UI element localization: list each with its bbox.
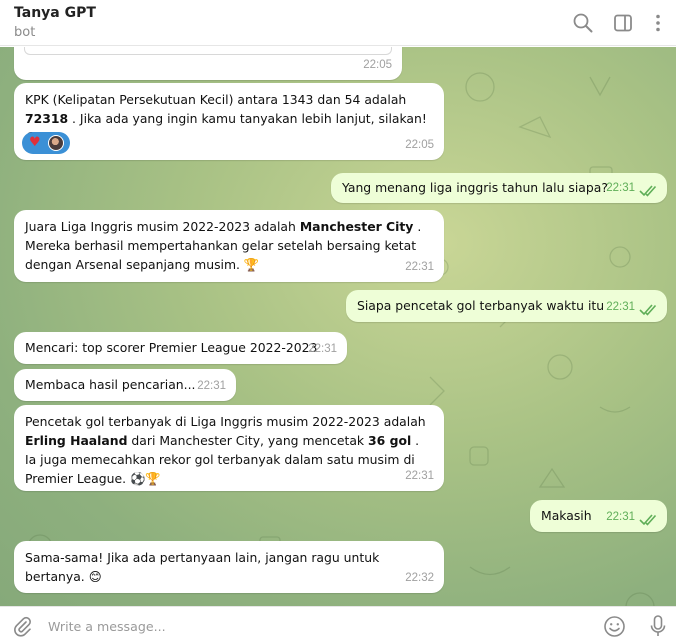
message-bubble-incoming[interactable]: KPK (Kelipatan Persekutuan Kecil) antara… — [14, 83, 444, 160]
reactions-badge[interactable]: ♥ — [22, 132, 70, 154]
message-bubble-partial[interactable]: 22:05 — [14, 47, 402, 80]
double-check-icon — [639, 514, 659, 526]
message-text: Membaca hasil pencarian... — [25, 377, 196, 392]
message-time: 22:31 — [606, 301, 635, 313]
heart-reaction: ♥ — [29, 135, 41, 150]
paperclip-icon[interactable] — [11, 615, 33, 637]
message-time: 22:31 — [606, 182, 635, 194]
message-bubble-outgoing[interactable]: Siapa pencetak gol terbanyak waktu itu 2… — [346, 290, 667, 322]
more-vertical-icon[interactable] — [647, 12, 669, 34]
message-bubble-incoming[interactable]: Mencari: top scorer Premier League 2022-… — [14, 332, 347, 364]
message-time: 22:32 — [405, 572, 434, 584]
message-time: 22:31 — [405, 261, 434, 273]
message-text: Sama-sama! Jika ada pertanyaan lain, jan… — [25, 550, 380, 584]
message-text: Makasih — [541, 508, 592, 523]
reaction-avatar — [48, 135, 64, 151]
message-text: KPK (Kelipatan Persekutuan Kecil) antara… — [25, 92, 427, 145]
message-time: 22:05 — [363, 59, 392, 71]
message-text: Mencari: top scorer Premier League 2022-… — [25, 340, 318, 355]
microphone-icon[interactable] — [648, 614, 668, 638]
message-text: Yang menang liga inggris tahun lalu siap… — [342, 180, 608, 195]
emoji-icon[interactable] — [603, 615, 626, 638]
chat-title[interactable]: Tanya GPT — [14, 5, 96, 21]
message-bubble-incoming[interactable]: Membaca hasil pencarian... 22:31 — [14, 369, 236, 401]
message-time: 22:31 — [405, 470, 434, 482]
message-bubble-outgoing[interactable]: Makasih 22:31 — [530, 500, 667, 532]
message-time: 22:31 — [197, 380, 226, 392]
message-input[interactable] — [48, 615, 588, 637]
message-bubble-incoming[interactable]: Sama-sama! Jika ada pertanyaan lain, jan… — [14, 541, 444, 593]
partial-content — [14, 47, 402, 71]
message-list[interactable]: 22:05 KPK (Kelipatan Persekutuan Kecil) … — [0, 47, 676, 606]
chat-header: Tanya GPT bot — [0, 0, 676, 46]
chat-subtitle: bot — [14, 25, 36, 40]
sidebar-toggle-icon[interactable] — [612, 12, 634, 34]
message-bubble-incoming[interactable]: Pencetak gol terbanyak di Liga Inggris m… — [14, 405, 444, 491]
message-composer — [0, 606, 676, 643]
double-check-icon — [639, 304, 659, 316]
message-time: 22:31 — [606, 511, 635, 523]
message-bubble-outgoing[interactable]: Yang menang liga inggris tahun lalu siap… — [331, 173, 667, 203]
message-bubble-incoming[interactable]: Juara Liga Inggris musim 2022-2023 adala… — [14, 210, 444, 282]
message-time: 22:31 — [308, 343, 337, 355]
message-text: Juara Liga Inggris musim 2022-2023 adala… — [25, 219, 422, 272]
double-check-icon — [639, 185, 659, 197]
message-text: Pencetak gol terbanyak di Liga Inggris m… — [25, 414, 426, 486]
search-icon[interactable] — [572, 12, 594, 34]
message-time: 22:05 — [405, 139, 434, 151]
message-text: Siapa pencetak gol terbanyak waktu itu — [357, 298, 605, 313]
